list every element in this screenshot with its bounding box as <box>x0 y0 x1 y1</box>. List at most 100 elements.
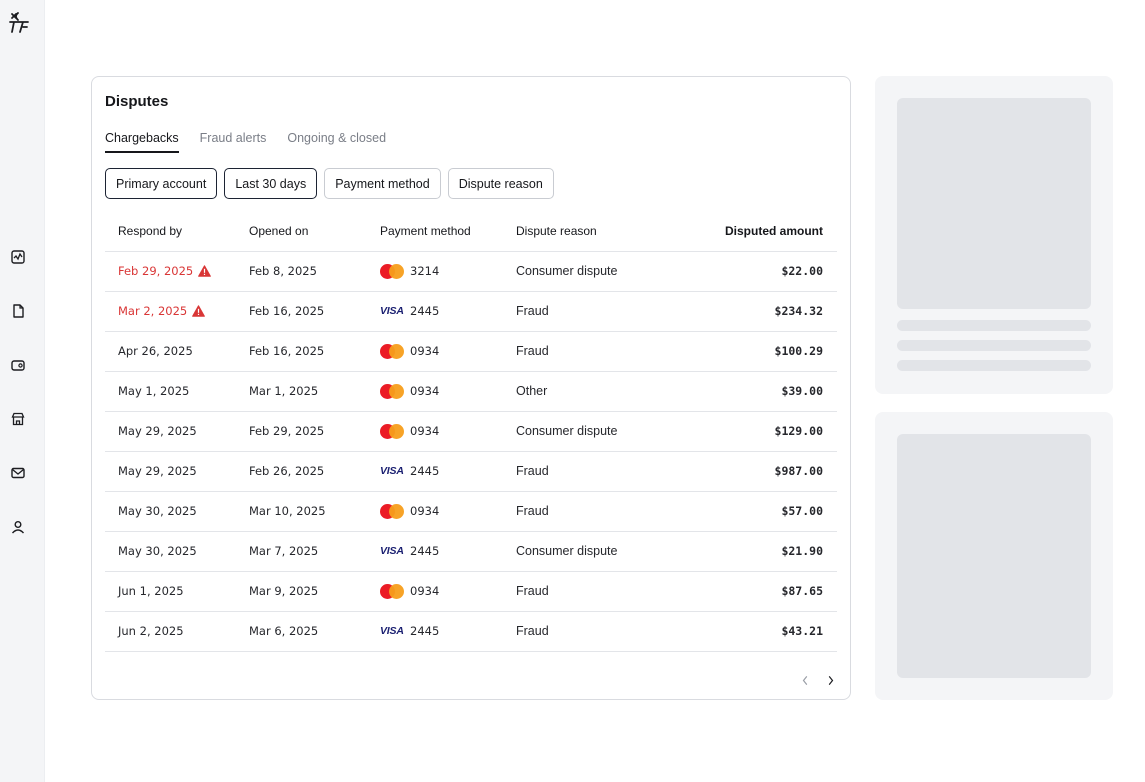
cell-dispute-reason: Fraud <box>503 291 663 332</box>
document-icon <box>13 304 24 318</box>
cell-opened-on: Mar 7, 2025 <box>236 531 367 572</box>
table-row[interactable]: May 30, 2025 Mar 7, 2025 VISA 2445 Consumer … <box>105 531 837 572</box>
filter-payment-method[interactable]: Payment method <box>324 168 441 199</box>
cell-opened-on: Mar 6, 2025 <box>236 611 367 652</box>
nav-mail[interactable] <box>10 465 26 481</box>
skeleton-block <box>897 434 1091 678</box>
wallet-icon <box>11 360 25 371</box>
cell-payment-method: VISA 2445 <box>367 291 503 332</box>
filter-bar: Primary account Last 30 days Payment met… <box>105 168 554 199</box>
cell-payment-method: 0934 <box>367 331 503 372</box>
cell-respond-by: May 30, 2025 <box>105 491 236 532</box>
cell-disputed-amount: $21.90 <box>663 531 837 572</box>
respond-by-date: Feb 29, 2025 <box>118 264 194 278</box>
card-last4: 2445 <box>410 304 440 318</box>
table-row[interactable]: Apr 26, 2025 Feb 16, 2025 0934 Fraud $100.29 <box>105 331 837 372</box>
nav-profile[interactable] <box>10 519 26 535</box>
respond-by-date: May 1, 2025 <box>118 384 190 398</box>
tab-fraud-alerts[interactable]: Fraud alerts <box>200 131 267 153</box>
visa-logo-icon: VISA <box>380 545 404 557</box>
cell-dispute-reason: Fraud <box>503 491 663 532</box>
skeleton-line <box>897 360 1091 371</box>
cell-respond-by: Apr 26, 2025 <box>105 331 236 372</box>
skeleton-panel-bottom <box>875 412 1113 700</box>
visa-logo-icon: VISA <box>380 625 404 637</box>
cell-payment-method: 0934 <box>367 371 503 412</box>
column-header-dispute-reason[interactable]: Dispute reason <box>503 211 663 252</box>
cell-opened-on: Feb 8, 2025 <box>236 251 367 292</box>
cell-respond-by: May 29, 2025 <box>105 411 236 452</box>
activity-icon <box>11 250 25 264</box>
respond-by-date: Mar 2, 2025 <box>118 304 188 318</box>
column-header-payment-method[interactable]: Payment method <box>367 211 503 252</box>
cell-dispute-reason: Other <box>503 371 663 412</box>
cell-payment-method: 0934 <box>367 571 503 612</box>
respond-by-date: May 29, 2025 <box>118 464 197 478</box>
cell-payment-method: 3214 <box>367 251 503 292</box>
skeleton-line <box>897 340 1091 351</box>
cell-dispute-reason: Fraud <box>503 611 663 652</box>
table-row[interactable]: May 29, 2025 Feb 29, 2025 0934 Consumer dis… <box>105 411 837 452</box>
respond-by-date: Apr 26, 2025 <box>118 344 193 358</box>
respond-by-date: May 30, 2025 <box>118 544 197 558</box>
cell-opened-on: Mar 10, 2025 <box>236 491 367 532</box>
table-row[interactable]: May 30, 2025 Mar 10, 2025 0934 Fraud $57.00 <box>105 491 837 532</box>
nav-activity[interactable] <box>10 249 26 265</box>
table-row[interactable]: May 29, 2025 Feb 26, 2025 VISA 2445 Fraud $98… <box>105 451 837 492</box>
mastercard-logo-icon <box>380 503 404 519</box>
cell-disputed-amount: $987.00 <box>663 451 837 492</box>
card-last4: 2445 <box>410 624 440 638</box>
card-last4: 0934 <box>410 384 440 398</box>
cell-disputed-amount: $57.00 <box>663 491 837 532</box>
respond-by-date: May 30, 2025 <box>118 504 197 518</box>
column-header-disputed-amount[interactable]: Disputed amount <box>663 211 837 252</box>
cell-opened-on: Mar 1, 2025 <box>236 371 367 412</box>
cell-payment-method: 0934 <box>367 491 503 532</box>
cell-disputed-amount: $87.65 <box>663 571 837 612</box>
card-last4: 0934 <box>410 424 440 438</box>
table-row[interactable]: Jun 1, 2025 Mar 9, 2025 0934 Fraud $87.65 <box>105 571 837 612</box>
cell-opened-on: Feb 16, 2025 <box>236 291 367 332</box>
tab-chargebacks[interactable]: Chargebacks <box>105 131 179 153</box>
cell-respond-by: May 29, 2025 <box>105 451 236 492</box>
table-row[interactable]: Mar 2, 2025 Feb 16, 2025 VISA 2445 Fraud $234… <box>105 291 837 332</box>
respond-by-date: Jun 1, 2025 <box>118 584 184 598</box>
card-last4: 0934 <box>410 504 440 518</box>
nav-store[interactable] <box>10 411 26 427</box>
skeleton-line <box>897 320 1091 331</box>
cell-dispute-reason: Consumer dispute <box>503 531 663 572</box>
sidebar <box>0 0 45 782</box>
table-row[interactable]: Jun 2, 2025 Mar 6, 2025 VISA 2445 Fraud $43.2… <box>105 611 837 652</box>
table-header-row: Respond by Opened on Payment method Disp… <box>105 211 837 252</box>
card-last4: 0934 <box>410 344 440 358</box>
skeleton-panel-top <box>875 76 1113 394</box>
chevron-left-icon[interactable] <box>800 673 810 687</box>
brand-logo[interactable] <box>8 10 30 36</box>
cell-payment-method: VISA 2445 <box>367 611 503 652</box>
chevron-right-icon[interactable] <box>826 673 836 687</box>
nav-wallet[interactable] <box>10 357 26 373</box>
cell-opened-on: Feb 16, 2025 <box>236 331 367 372</box>
cell-respond-by: Jun 2, 2025 <box>105 611 236 652</box>
filter-primary-account[interactable]: Primary account <box>105 168 218 199</box>
nav-documents[interactable] <box>10 303 26 319</box>
cell-respond-by: Mar 2, 2025 <box>105 291 236 332</box>
tab-bar: Chargebacks Fraud alerts Ongoing & close… <box>105 131 386 153</box>
cell-dispute-reason: Consumer dispute <box>503 251 663 292</box>
filter-last-30-days[interactable]: Last 30 days <box>224 168 318 199</box>
cell-payment-method: VISA 2445 <box>367 531 503 572</box>
cell-payment-method: VISA 2445 <box>367 451 503 492</box>
cell-opened-on: Feb 26, 2025 <box>236 451 367 492</box>
table-row[interactable]: Feb 29, 2025 Feb 8, 2025 3214 Consumer disp… <box>105 251 837 292</box>
cell-dispute-reason: Fraud <box>503 451 663 492</box>
visa-logo-icon: VISA <box>380 305 404 317</box>
column-header-opened-on[interactable]: Opened on <box>236 211 367 252</box>
cell-opened-on: Mar 9, 2025 <box>236 571 367 612</box>
cell-dispute-reason: Consumer dispute <box>503 411 663 452</box>
tab-ongoing-closed[interactable]: Ongoing & closed <box>287 131 386 153</box>
table-row[interactable]: May 1, 2025 Mar 1, 2025 0934 Other $39.00 <box>105 371 837 412</box>
filter-dispute-reason[interactable]: Dispute reason <box>447 168 554 199</box>
mastercard-logo-icon <box>380 343 404 359</box>
card-last4: 2445 <box>410 464 440 478</box>
column-header-respond-by[interactable]: Respond by <box>105 211 236 252</box>
